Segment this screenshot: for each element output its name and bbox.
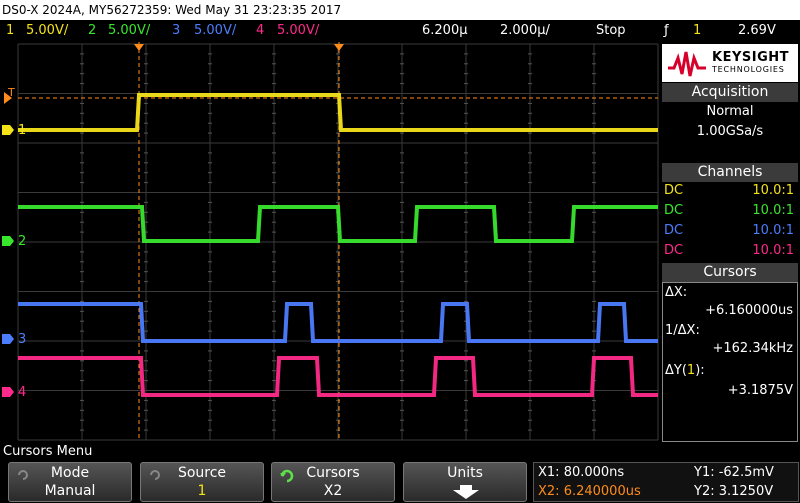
- trigger-level[interactable]: 2.69V: [738, 20, 776, 42]
- cursors-header: Cursors: [662, 263, 798, 282]
- ch3-ground-marker: [2, 334, 14, 344]
- x1-readout: X1: 80.000ns: [538, 465, 625, 480]
- ch4-ground-label: 4: [18, 385, 26, 400]
- ch3-probe[interactable]: 10.0:1: [752, 223, 794, 238]
- ch2-scale[interactable]: 5.00V/: [108, 20, 150, 42]
- delta-y-prefix: ΔY(: [665, 363, 687, 378]
- horizontal-delay[interactable]: 6.200µ: [422, 20, 468, 42]
- window-title: DS0-X 2024A, MY56272359: Wed May 31 23:2…: [0, 0, 800, 20]
- source-softkey-value: 1: [197, 483, 207, 499]
- delta-x-label: ΔX:: [665, 285, 688, 300]
- run-state[interactable]: Stop: [596, 20, 626, 42]
- mode-softkey-label: Mode: [50, 465, 90, 481]
- delta-y-label: ΔY(1):: [665, 363, 705, 378]
- mode-softkey-value: Manual: [44, 483, 96, 499]
- delta-x-value: +6.160000us: [705, 303, 793, 318]
- trigger-marker: T: [7, 86, 15, 99]
- inv-delta-x-label: 1/ΔX:: [665, 323, 700, 338]
- cursor-x1-marker: [134, 44, 144, 51]
- keysight-logo: KEYSIGHT TECHNOLOGIES: [662, 44, 798, 82]
- mode-softkey[interactable]: Mode Manual: [8, 462, 132, 502]
- channels-header: Channels: [662, 163, 798, 182]
- brand-name: KEYSIGHT: [712, 50, 789, 65]
- ch2-coupling[interactable]: DC: [664, 203, 683, 218]
- cursor-x2-marker: [334, 44, 344, 51]
- ch2-ground-label: 2: [18, 234, 26, 249]
- brand-sub: TECHNOLOGIES: [712, 65, 785, 74]
- source-softkey-label: Source: [177, 465, 227, 481]
- sample-rate: 1.00GSa/s: [696, 124, 764, 139]
- ch3-scale[interactable]: 5.00V/: [194, 20, 236, 42]
- waveform-display[interactable]: T 1 2 3 4: [0, 42, 660, 442]
- ch4-coupling[interactable]: DC: [664, 243, 683, 258]
- ch1-probe[interactable]: 10.0:1: [752, 183, 794, 198]
- delta-y-value: +3.1875V: [727, 383, 793, 398]
- delta-y-suffix: ):: [695, 363, 705, 378]
- ch2-probe[interactable]: 10.0:1: [752, 203, 794, 218]
- ch4-scale[interactable]: 5.00V/: [277, 20, 319, 42]
- down-arrow-icon: [453, 485, 479, 499]
- y1-readout: Y1: -62.5mV: [694, 465, 774, 480]
- units-softkey-label: Units: [447, 465, 483, 481]
- acquisition-panel: Normal 1.00GSa/s: [662, 102, 798, 162]
- units-softkey[interactable]: Units: [403, 462, 527, 502]
- ch1-ground-marker: [2, 125, 14, 135]
- ch3-number[interactable]: 3: [172, 20, 180, 42]
- acquisition-header: Acquisition: [662, 83, 798, 102]
- cursors-panel: ΔX: +6.160000us 1/ΔX: +162.34kHz ΔY(1): …: [662, 282, 798, 442]
- inv-delta-x-value: +162.34kHz: [712, 341, 793, 356]
- ch1-number[interactable]: 1: [6, 20, 14, 42]
- ch4-number[interactable]: 4: [256, 20, 264, 42]
- timebase-scale[interactable]: 2.000µ/: [500, 20, 550, 42]
- status-bar: 1 5.00V/ 2 5.00V/ 3 5.00V/ 4 5.00V/ 6.20…: [0, 20, 800, 42]
- ch1-scale[interactable]: 5.00V/: [26, 20, 68, 42]
- cursors-softkey-label: Cursors: [306, 465, 360, 481]
- keysight-wave-icon: [668, 51, 706, 77]
- rising-edge-icon: ƒ: [664, 23, 669, 38]
- delta-y-channel: 1: [686, 363, 696, 378]
- trigger-channel[interactable]: 1: [693, 20, 701, 42]
- acquisition-mode: Normal: [706, 104, 754, 119]
- x2-readout: X2: 6.240000us: [538, 484, 641, 499]
- ch2-trace: [18, 205, 658, 243]
- source-softkey[interactable]: Source 1: [140, 462, 264, 502]
- ch1-coupling[interactable]: DC: [664, 183, 683, 198]
- ch2-ground-marker: [2, 236, 14, 246]
- channels-panel: DC 10.0:1 DC 10.0:1 DC 10.0:1 DC 10.0:1: [662, 182, 798, 262]
- cursors-softkey[interactable]: Cursors X2: [271, 462, 395, 502]
- ch3-coupling[interactable]: DC: [664, 223, 683, 238]
- cursor-readout: X1: 80.000ns X2: 6.240000us Y1: -62.5mV …: [533, 462, 799, 502]
- menu-title: Cursors Menu: [3, 444, 93, 459]
- y2-readout: Y2: 3.1250V: [694, 484, 774, 499]
- ch4-probe[interactable]: 10.0:1: [752, 243, 794, 258]
- ch2-number[interactable]: 2: [88, 20, 96, 42]
- ch1-ground-label: 1: [18, 123, 26, 138]
- ch4-ground-marker: [2, 387, 14, 397]
- cursors-softkey-value: X2: [323, 483, 343, 499]
- ch3-ground-label: 3: [18, 332, 26, 347]
